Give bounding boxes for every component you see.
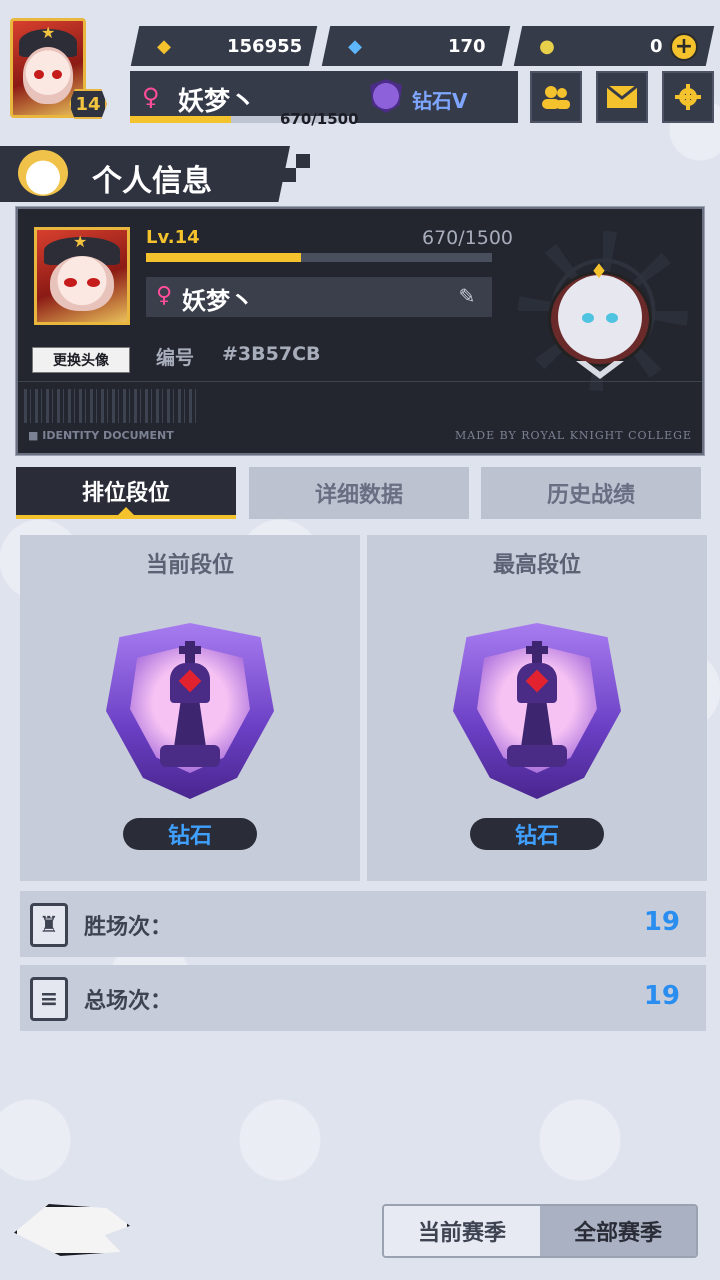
decor-square — [282, 168, 296, 182]
total-games-label: 总场次： — [84, 989, 173, 1014]
list-icon: ≡ — [30, 977, 68, 1021]
token-icon: ● — [539, 35, 555, 57]
decor-square — [296, 154, 310, 168]
section-title: 个人信息 — [92, 164, 212, 199]
wins-value: 19 — [643, 907, 680, 937]
decor-square — [268, 154, 282, 168]
identity-card: ★ 更换头像 Lv.14 670/1500 ♀ 妖梦丶 ✎ 编号 #3B57CB… — [15, 206, 705, 456]
gear-icon — [675, 84, 701, 110]
player-name: 妖梦丶 — [178, 87, 257, 117]
card-exp-text: 670/1500 — [422, 227, 514, 249]
mail-button[interactable] — [596, 71, 648, 123]
diamond-icon: ◆ — [348, 35, 362, 57]
back-button[interactable] — [14, 1198, 134, 1260]
mascot-icon — [18, 150, 68, 196]
highest-rank-tier: 钻石 — [470, 818, 604, 850]
portrait-eye — [582, 313, 594, 323]
change-avatar-button[interactable]: 更换头像 — [32, 347, 130, 373]
tab-ranking[interactable]: 排位段位 — [16, 467, 236, 519]
add-token-button[interactable]: + — [670, 33, 698, 61]
id-label: 编号 — [156, 347, 195, 369]
diamond-rank-badge-icon — [453, 623, 621, 799]
current-rank-title: 当前段位 — [145, 553, 234, 578]
card-avatar: ★ — [34, 227, 130, 325]
rank-mini-icon — [370, 79, 402, 113]
total-games-value: 19 — [643, 981, 680, 1011]
card-exp-bar — [146, 253, 492, 262]
back-arrow-icon — [14, 1204, 130, 1256]
star-icon: ★ — [73, 231, 88, 251]
mail-icon — [606, 85, 638, 108]
portrait-hair — [558, 275, 642, 359]
barcode-decor — [24, 389, 200, 423]
edit-name-icon[interactable]: ✎ — [456, 285, 478, 307]
season-toggle: 当前赛季 全部赛季 — [382, 1204, 698, 1258]
tab-details[interactable]: 详细数据 — [249, 467, 469, 519]
female-icon: ♀ — [156, 283, 173, 308]
avatar-eye — [87, 277, 100, 288]
king-piece-icon — [507, 641, 567, 771]
highest-rank-title: 最高段位 — [492, 553, 581, 578]
total-games-row: ≡ 总场次： 19 — [20, 965, 706, 1031]
highest-rank-panel: 最高段位 钻石 — [367, 535, 707, 881]
current-season-button[interactable]: 当前赛季 — [384, 1206, 540, 1256]
king-piece-icon — [160, 641, 220, 771]
card-divider — [18, 381, 702, 382]
current-rank-panel: 当前段位 钻石 — [20, 535, 360, 881]
friends-icon — [542, 86, 570, 109]
current-rank-tier: 钻石 — [123, 818, 257, 850]
character-portrait: ♦ — [538, 257, 662, 381]
card-level: Lv.14 — [146, 227, 200, 248]
card-footer-left: ■ IDENTITY DOCUMENT — [28, 429, 174, 442]
card-player-name: 妖梦丶 — [182, 287, 254, 315]
id-value: #3B57CB — [222, 343, 321, 365]
section-header: 个人信息 — [0, 146, 290, 202]
crown-icon: ♦ — [590, 259, 608, 283]
diamond-resource-bar: ◆ 170 — [321, 26, 511, 66]
token-value: 0 — [650, 35, 663, 57]
diamond-value: 170 — [448, 35, 486, 57]
avatar-eye — [34, 69, 44, 80]
avatar-face — [49, 255, 115, 311]
exp-text: 670/1500 — [280, 110, 359, 128]
female-icon: ♀ — [142, 83, 160, 111]
star-icon: ★ — [41, 22, 56, 42]
card-name-field: ♀ 妖梦丶 ✎ — [146, 277, 492, 317]
gold-value: 156955 — [227, 35, 303, 57]
gold-resource-bar: ◆ 156955 — [130, 26, 318, 66]
tower-icon: ♜ — [30, 903, 68, 947]
friends-button[interactable] — [530, 71, 582, 123]
wins-label: 胜场次： — [84, 915, 173, 940]
tab-history[interactable]: 历史战绩 — [481, 467, 701, 519]
card-footer-right: MADE BY ROYAL KNIGHT COLLEGE — [455, 429, 692, 442]
wins-row: ♜ 胜场次： 19 — [20, 891, 706, 957]
portrait-eye — [606, 313, 618, 323]
gold-coin-icon: ◆ — [157, 35, 171, 57]
diamond-rank-badge-icon — [106, 623, 274, 799]
avatar-face — [22, 47, 74, 104]
all-seasons-button[interactable]: 全部赛季 — [540, 1206, 696, 1256]
settings-button[interactable] — [662, 71, 714, 123]
avatar-eye — [64, 277, 77, 288]
player-level-badge: 14 — [69, 89, 107, 119]
card-exp-bar-fill — [146, 253, 301, 262]
rank-name: 钻石V — [412, 89, 468, 113]
exp-bar-fill — [130, 116, 232, 123]
